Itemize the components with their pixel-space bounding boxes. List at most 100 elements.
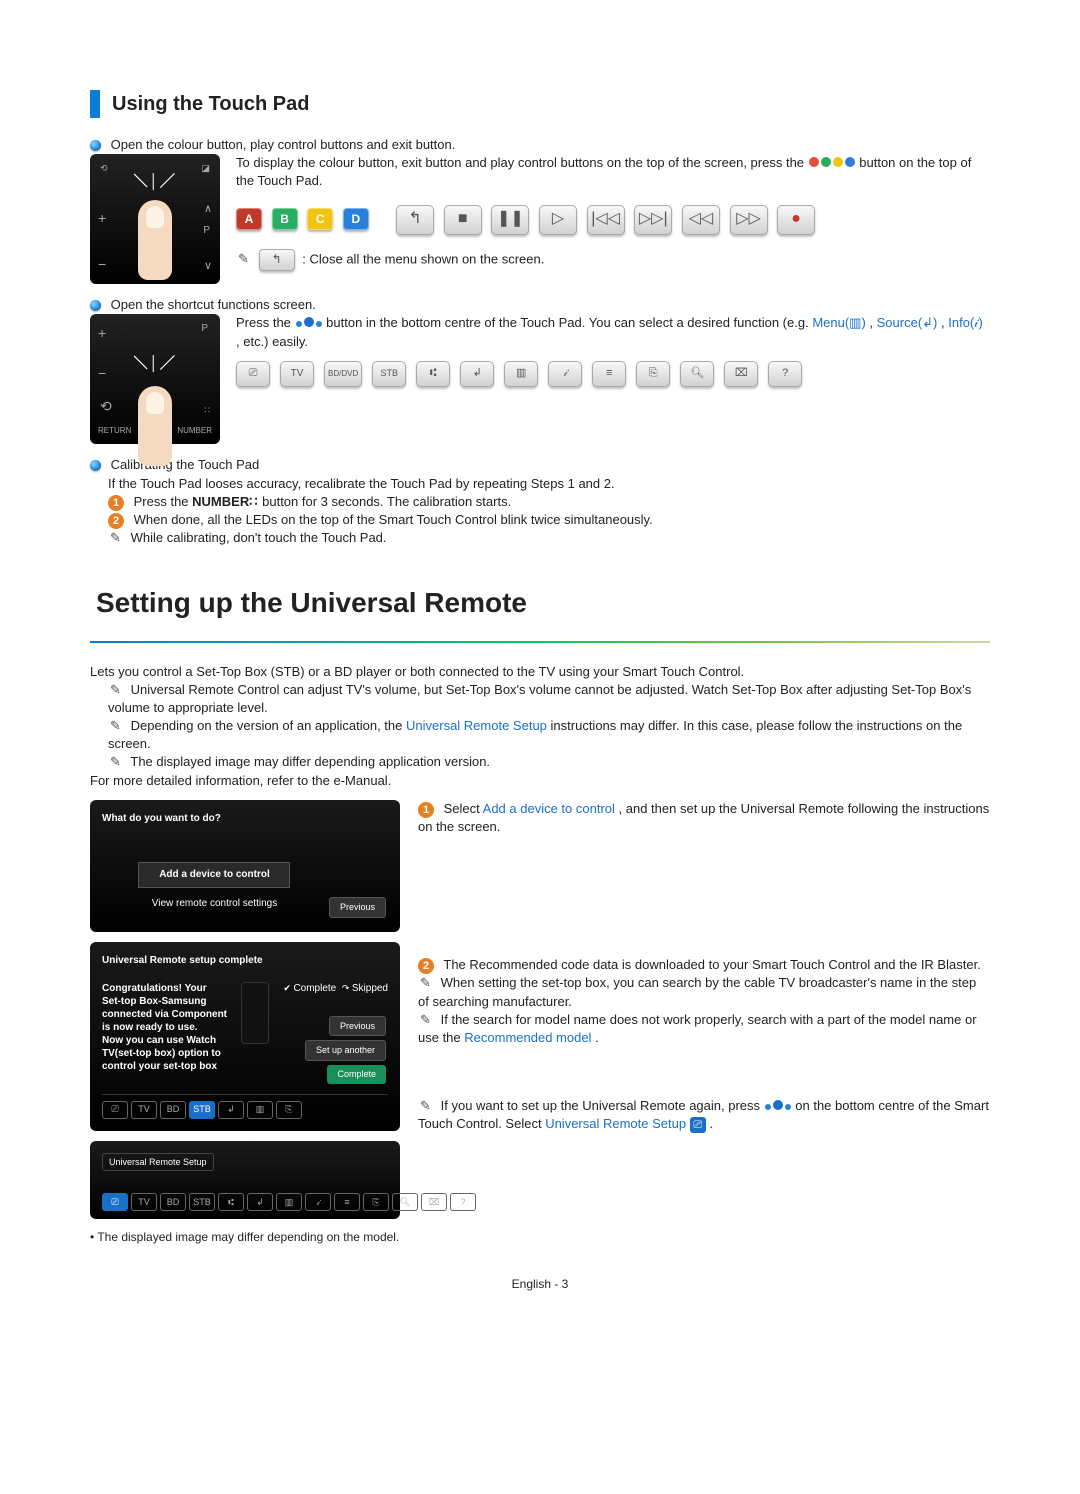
search-icon: 🔍︎ [680, 361, 714, 387]
menu-link: Menu(▥) [812, 315, 865, 330]
previous-button[interactable]: Previous [329, 897, 386, 918]
tv-chip-icon: TV [131, 1101, 157, 1119]
finger-icon [138, 200, 172, 280]
screenshot-remote-setup: Universal Remote Setup ⎚ TV BD STB ⑆ ↲ ▥… [90, 1141, 400, 1220]
info-link: Info(𝒾) [948, 315, 983, 330]
add-device-link: Add a device to control [483, 801, 615, 816]
item-note: ✎ ↰ : Close all the menu shown on the sc… [236, 249, 990, 271]
previous-button[interactable]: Previous [329, 1016, 386, 1037]
calib-desc: If the Touch Pad looses accuracy, recali… [108, 475, 990, 493]
rewind-icon: ◁◁ [682, 205, 720, 235]
screenshots-column: What do you want to do? Add a device to … [90, 800, 400, 1246]
screenshot-setup-complete: Universal Remote setup complete Congratu… [90, 942, 400, 1131]
universal-remote-setup-link: Universal Remote Setup [406, 718, 547, 733]
item-desc: To display the colour button, exit butto… [236, 154, 990, 190]
step-2-icon: 2 [108, 513, 124, 529]
note-2: ✎ Depending on the version of an applica… [108, 717, 990, 753]
key-b: B [272, 208, 298, 230]
menu-icon: ▥ [247, 1101, 273, 1119]
3d-icon: ⑆ [218, 1193, 244, 1211]
recommended-model-link: Recommended model [464, 1030, 591, 1045]
prev-track-icon: |◁◁ [587, 205, 625, 235]
step-2-icon: 2 [418, 958, 434, 974]
shortcut-iconbar: ⎚ TV BD/DVD STB ⑆ ↲ ▥ 𝒾 ≡ ⎘ 🔍︎ ⌧ ? [236, 361, 990, 387]
four-colour-dots-icon [808, 155, 860, 170]
screenshot-what-do-you-want: What do you want to do? Add a device to … [90, 800, 400, 932]
item-title: Open the colour button, play control but… [111, 137, 456, 152]
exit-icon: ↰ [396, 205, 434, 235]
remote-setup-icon: ⎚ [690, 1117, 706, 1133]
ref-emanual: For more detailed information, refer to … [90, 772, 990, 790]
ss-title: Universal Remote Setup [102, 1153, 214, 1172]
note-icon: ✎ [108, 753, 123, 771]
section-heading-universal-remote: Setting up the Universal Remote [90, 577, 990, 634]
note-icon: ✎ [108, 681, 123, 699]
source-link: Source(↲) [877, 315, 938, 330]
bullet-icon [90, 300, 101, 311]
info-icon: 𝒾 [548, 361, 582, 387]
ss-iconbar: ⎚ TV BD STB ⑆ ↲ ▥ 𝒾 ≡ ⎘ 🔍︎ ⌧ ? [102, 1187, 388, 1211]
help-icon: ? [450, 1193, 476, 1211]
list-icon: ≡ [592, 361, 626, 387]
note-a: ✎ When setting the set-top box, you can … [418, 974, 990, 1010]
finger-icon [138, 386, 172, 466]
touch-lines-icon: ＼│╱ [134, 354, 177, 374]
bullet-icon [90, 140, 101, 151]
pause-icon: ❚❚ [491, 205, 529, 235]
complete-button[interactable]: Complete [327, 1065, 386, 1084]
play-icon: ▷ [539, 205, 577, 235]
exit-icon: ↰ [259, 249, 295, 271]
ss-title: Universal Remote setup complete [102, 954, 388, 968]
calib-step2: 2 When done, all the LEDs on the top of … [108, 511, 990, 529]
stb-chip-icon: STB [372, 361, 406, 387]
remote-setup-icon: ⎚ [236, 361, 270, 387]
stb-chip-icon: STB [189, 1193, 215, 1211]
source-icon: ↲ [218, 1101, 244, 1119]
item-desc: Press the button in the bottom centre of… [236, 314, 990, 350]
item-title: Calibrating the Touch Pad [111, 457, 260, 472]
add-device-button[interactable]: Add a device to control [138, 862, 290, 888]
ss-bottom-iconbar: ⎚ TV BD STB ↲ ▥ ⎘ [102, 1094, 388, 1119]
remote-figure-icon [241, 982, 269, 1044]
bddvd-chip-icon: BD [160, 1101, 186, 1119]
item-shortcut-screen: Open the shortcut functions screen. [90, 296, 990, 314]
remote-setup-icon: ⎚ [102, 1193, 128, 1211]
stb-chip-icon: STB [189, 1101, 215, 1119]
list-icon: ≡ [334, 1193, 360, 1211]
chlist-icon: ⎘ [636, 361, 670, 387]
item-calibrating: Calibrating the Touch Pad [90, 456, 990, 474]
intro-text: Lets you control a Set-Top Box (STB) or … [90, 663, 990, 681]
stop-icon: ■ [444, 205, 482, 235]
calib-note: ✎ While calibrating, don't touch the Tou… [108, 529, 990, 547]
bddvd-chip-icon: BD [160, 1193, 186, 1211]
step-1-icon: 1 [108, 495, 124, 511]
touchpad-figure-2: + − P ⟲ RETURN ∷ NUMBER ＼│╱ [90, 314, 220, 444]
shortcut-dots-icon [295, 315, 327, 330]
record-icon: ● [777, 205, 815, 235]
note-c: ✎ If you want to set up the Universal Re… [418, 1097, 990, 1133]
setup-another-button[interactable]: Set up another [305, 1040, 386, 1061]
item-title: Open the shortcut functions screen. [111, 297, 316, 312]
note-icon: ✎ [418, 1097, 433, 1115]
instructions-column: 1 Select Add a device to control , and t… [418, 800, 990, 1134]
forward-icon: ▷▷ [730, 205, 768, 235]
gradient-divider [90, 641, 990, 643]
bddvd-chip-icon: BD/DVD [324, 361, 362, 387]
number-bold: NUMBER [192, 494, 249, 509]
item-colour-buttons: Open the colour button, play control but… [90, 136, 990, 154]
note-icon: ✎ [418, 974, 433, 992]
touchpad-figure-1: ⟲ ◪ ＼│╱ + − ∧ P ∨ [90, 154, 220, 284]
bullet-icon [90, 460, 101, 471]
view-settings-button[interactable]: View remote control settings [139, 892, 289, 916]
section-heading-touchpad: Using the Touch Pad [90, 90, 990, 118]
step-2: 2 The Recommended code data is downloade… [418, 956, 990, 974]
picture-icon: ⌧ [724, 361, 758, 387]
key-a: A [236, 208, 262, 230]
calib-step1: 1 Press the NUMBER∷ button for 3 seconds… [108, 493, 990, 511]
remote-setup-icon: ⎚ [102, 1101, 128, 1119]
3d-icon: ⑆ [416, 361, 450, 387]
tv-chip-icon: TV [280, 361, 314, 387]
note-icon: ✎ [236, 250, 251, 268]
note-b: ✎ If the search for model name does not … [418, 1011, 990, 1047]
source-icon: ↲ [460, 361, 494, 387]
